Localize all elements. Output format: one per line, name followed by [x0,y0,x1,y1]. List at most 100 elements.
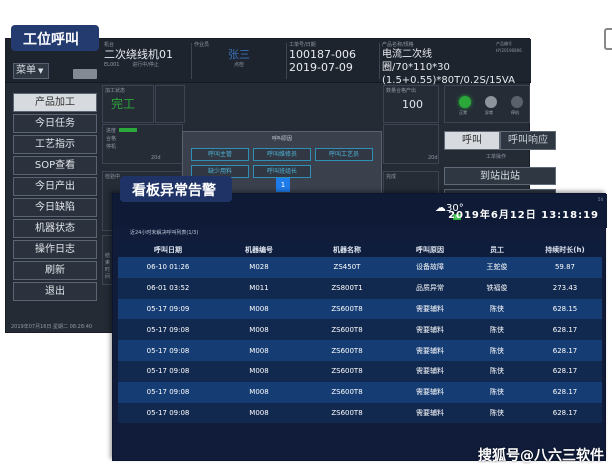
cell-machine-no: M028 [249,263,269,272]
header-machine-value: 二次绕线机01 [104,48,173,61]
cell-duration: 273.43 [552,284,578,293]
cell-employee: 陈侠 [490,367,504,376]
call-team-leader-button[interactable]: 呼叫班组长 [253,165,311,178]
header-order-label: 工单号/日期 [289,42,316,48]
header-product: 产品名称/规格 电流二次线圈/70*110*30 (1.5+0.55)*80T/… [382,41,515,87]
menu-dropdown[interactable]: 菜单 ▼ [13,63,49,79]
side-item-exit[interactable]: 退出 [13,282,97,301]
cell-duration: 628.17 [552,367,578,376]
side-item-operation-log[interactable]: 操作日志 [13,240,97,259]
cell-employee: 陈侠 [490,388,504,397]
header-order-date: 2019-07-09 [289,61,353,74]
side-item-today-output[interactable]: 今日产出 [13,177,97,196]
cell-employee: 王蛇俊 [486,263,508,272]
tab-call-response[interactable]: 呼叫响应 [500,131,556,150]
qty-panel: 数量合格产出 100 [383,85,439,123]
cell-machine-no: M008 [249,346,269,355]
table-row[interactable]: 06-01 03:52 M011 ZS800T1 品质异常 铁福俊 273.43 [118,277,602,299]
cell-duration: 628.17 [552,346,578,355]
table-row[interactable]: 05-17 09:09 M008 ZS600T8 需要辅料 陈侠 628.15 [118,298,602,320]
side-item-sop[interactable]: SOP查看 [13,156,97,175]
header-product-label: 产品名称/规格 [382,42,414,48]
board-version: 54 [597,197,603,202]
cell-employee: 陈侠 [490,408,504,417]
table-row[interactable]: 05-17 09:08 M008 ZS600T8 需要辅料 陈侠 628.17 [118,340,602,361]
stop-light-icon [511,96,523,108]
page-number-button[interactable]: 1 [276,178,290,192]
tab-sub-label: 工单操作 [486,154,507,160]
side-item-refresh[interactable]: 刷新 [13,261,97,280]
menu-label: 菜单 [16,65,36,76]
board-alarm-banner: 看板异常告警 [120,176,232,202]
qty-label: 数量合格产出 [386,88,417,94]
cell-call-date: 05-17 09:08 [146,388,190,397]
complete-label: 完成 [386,174,397,180]
col-employee: 员工 [490,245,504,254]
side-item-today-defects[interactable]: 今日缺陷 [13,198,97,217]
side-item-machine-status[interactable]: 机器状态 [13,219,97,238]
call-alarm-table: 呼叫日期 机器编号 机器名称 呼叫原因 员工 持续时长(h) 06-10 01:… [118,242,602,424]
header-machine-state: 进行中/停止 [132,62,159,68]
process-mid-panel [155,85,185,123]
call-supervisor-button[interactable]: 呼叫主管 [191,148,249,161]
cell-employee: 陈侠 [490,304,504,313]
status-indicator [73,69,97,79]
ok-light-icon [459,96,471,108]
col-machine-name: 机器名称 [333,245,361,254]
col-call-reason: 呼叫原因 [416,245,444,254]
cell-duration: 628.15 [552,304,578,313]
call-technician-button[interactable]: 呼叫工艺员 [315,148,373,161]
header-machine: 机台 二次绕线机01 EL001 进行中/停止 [104,41,189,68]
header-product-code-value: HY20190806 [496,48,522,53]
cell-call-date: 06-10 01:26 [146,263,190,272]
cell-call-date: 05-17 09:09 [146,304,190,313]
table-row[interactable]: 05-17 09:08 M008 ZS600T8 需要辅料 陈侠 628.17 [118,319,602,341]
checkin-checkout-button[interactable]: 到站出站 [444,167,556,185]
cell-machine-no: M008 [249,304,269,313]
downtime-label: 停机 [106,144,117,150]
status-lights-panel: 正常 异常 停机 [444,85,530,123]
table-row[interactable]: 05-17 09:08 M008 ZS600T8 需要辅料 陈侠 628.17 [118,402,602,424]
cell-machine-name: ZS600T8 [331,346,363,355]
header-product-name: 电流二次线圈/70*110*30 [382,49,450,73]
process-status-value: 完工 [111,97,136,111]
chevron-down-icon: ▼ [38,67,44,75]
table-row[interactable]: 06-10 01:26 M028 ZS450T 设备故障 王蛇俊 59.87 [118,257,602,278]
header-machine-label: 机台 [104,42,115,48]
cell-machine-name: ZS600T8 [331,408,363,417]
side-item-process-guide[interactable]: 工艺指示 [13,135,97,154]
cell-machine-no: M011 [249,284,269,293]
board-clock: 2019年6月12日 13:18:19 [448,210,599,221]
header-order: 工单号/日期 100187-006 2019-07-09 [289,41,379,74]
header-divider [191,43,192,79]
progress-label: 进度 [106,128,117,134]
header-operator-value: 张三 [228,48,250,61]
progress-panel: 进度 合格 停机 20d [102,124,183,164]
qty-value: 100 [402,98,423,111]
cell-machine-no: M008 [249,367,269,376]
table-header: 呼叫日期 机器编号 机器名称 呼叫原因 员工 持续时长(h) [118,242,602,257]
cell-call-reason: 需要辅料 [416,388,444,397]
table-row[interactable]: 05-17 09:08 M008 ZS600T8 需要辅料 陈侠 628.17 [118,381,602,403]
header-operator-label: 作业员 [194,42,210,48]
inspect-label: 检验中 [105,174,121,180]
side-item-process[interactable]: 产品加工 [13,93,97,112]
tab-call[interactable]: 呼叫 [444,131,500,150]
header-machine-code: EL001 [104,62,120,68]
cell-call-date: 06-01 03:52 [146,284,190,293]
call-reason-title: 呼叫原因 [271,136,292,142]
cell-machine-name: ZS600T8 [331,304,363,313]
board-subtitle: 近24小时未解决呼叫列表(1/3) [130,230,199,236]
process-status-panel: 加工状态 完工 [102,85,154,123]
cell-machine-no: M008 [249,388,269,397]
next-window-edge [604,28,612,50]
ok-light-label: 正常 [459,110,467,115]
table-row[interactable]: 05-17 09:08 M008 ZS600T8 需要辅料 陈侠 628.17 [118,360,602,382]
cell-employee: 陈侠 [490,346,504,355]
qualified-label: 合格 [106,136,117,142]
side-item-today-task[interactable]: 今日任务 [13,114,97,133]
cell-call-reason: 需要辅料 [416,367,444,376]
call-repairman-button[interactable]: 呼叫维修员 [253,148,311,161]
station-call-banner: 工位呼叫 [11,25,99,51]
warn-light-icon [485,96,497,108]
